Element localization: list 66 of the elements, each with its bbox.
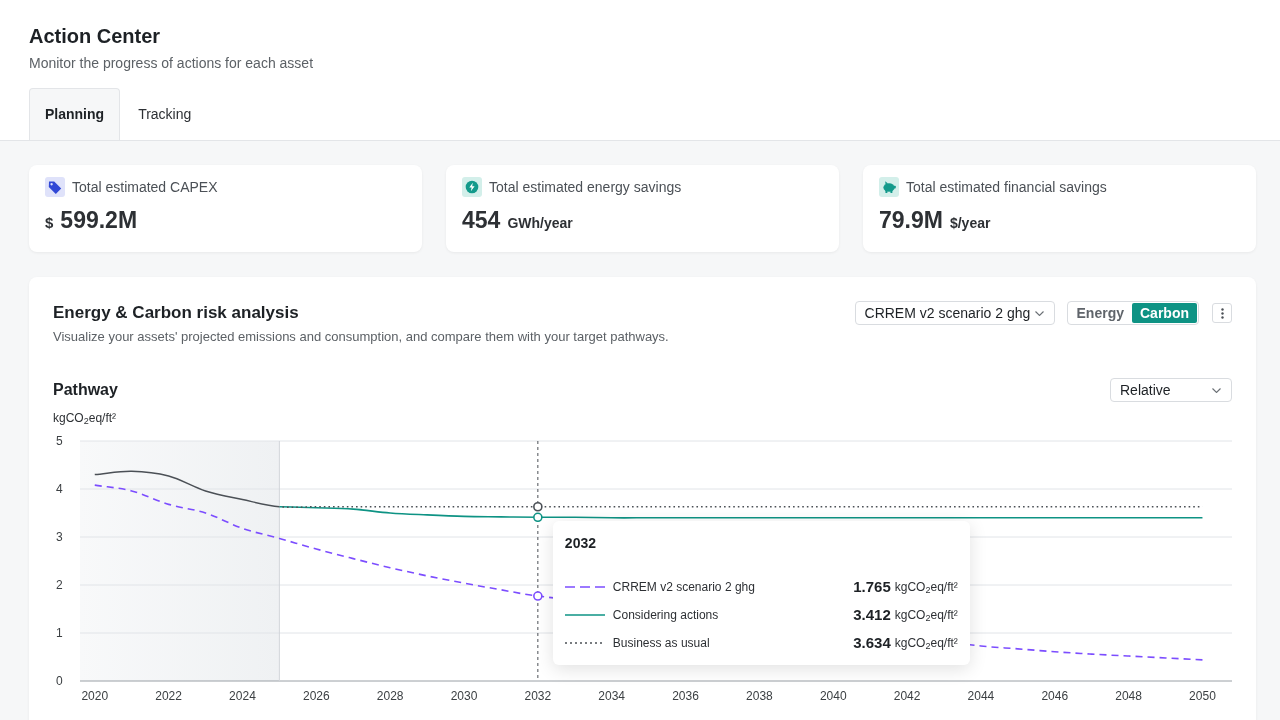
- y-tick-label: 4: [56, 482, 63, 496]
- kpi-value: 599.2M: [60, 206, 138, 234]
- x-tick-label: 2034: [598, 689, 626, 703]
- tab[interactable]: Tracking: [120, 88, 210, 140]
- kpi-unit: $/year: [949, 214, 991, 233]
- legend-line-icon: [564, 586, 605, 588]
- chevron-down-icon: [1034, 310, 1044, 316]
- x-tick-label: 2038: [746, 689, 773, 703]
- x-tick-label: 2024: [229, 689, 256, 703]
- tooltip-value: 1.765: [853, 576, 891, 597]
- page-title: Action Center: [29, 24, 162, 48]
- toggle-option[interactable]: Carbon: [1132, 303, 1197, 323]
- kpi-label: Total estimated financial savings: [906, 178, 1107, 197]
- tooltip-series-name: CRREM v2 scenario 2 ghg: [612, 579, 755, 596]
- panel-subtitle: Visualize your assets' projected emissions and consumption, and compare them with your target pathways.: [53, 328, 669, 346]
- x-tick-label: 2042: [893, 689, 921, 703]
- piggy-bank-icon: [879, 177, 899, 197]
- kpi-label: Total estimated CAPEX: [72, 178, 218, 197]
- page-subtitle: Monitor the progress of actions for each asset: [29, 54, 315, 73]
- x-tick-label: 2040: [819, 689, 847, 703]
- y-tick-label: 5: [56, 434, 63, 448]
- kpi-unit: GWh/year: [507, 214, 573, 233]
- hover-point-marker: [533, 512, 543, 523]
- legend-line-icon: [564, 614, 605, 616]
- x-tick-label: 2020: [81, 689, 109, 703]
- pathway-title: Pathway: [53, 380, 118, 400]
- y-tick-label: 1: [56, 626, 63, 640]
- x-tick-label: 2028: [376, 689, 404, 703]
- x-tick-label: 2048: [1115, 689, 1142, 703]
- tooltip-value: 3.634: [853, 632, 891, 653]
- tooltip-unit: kgCO$_{2}$eq/ft²: [894, 579, 958, 596]
- hover-point-marker: [533, 591, 543, 601]
- x-tick-label: 2022: [155, 689, 182, 703]
- tooltip-unit: kgCO$_{2}$eq/ft²: [894, 635, 958, 652]
- panel-title: Energy & Carbon risk analysis: [53, 302, 300, 324]
- price-tag-icon: [45, 177, 65, 197]
- x-tick-label: 2036: [672, 689, 699, 703]
- y-tick-label: 0: [56, 674, 63, 688]
- tab[interactable]: Planning: [29, 88, 121, 140]
- legend-line-icon: [564, 642, 605, 644]
- more-vertical-icon: [1220, 307, 1224, 319]
- mode-dropdown[interactable]: Relative: [1110, 378, 1232, 402]
- x-tick-label: 2050: [1189, 689, 1216, 703]
- currency-symbol: $: [45, 213, 54, 233]
- x-tick-label: 2032: [524, 689, 552, 703]
- kpi-value: 454: [462, 206, 501, 234]
- more-options-button[interactable]: [1212, 303, 1232, 323]
- kpi-value: 79.9M: [879, 206, 943, 234]
- tooltip-series-name: Considering actions: [612, 607, 719, 624]
- tooltip-value: 3.412: [853, 604, 891, 625]
- y-tick-label: 3: [56, 530, 63, 544]
- x-tick-label: 2046: [1041, 689, 1069, 703]
- hover-point-marker: [533, 501, 543, 512]
- x-tick-label: 2030: [450, 689, 478, 703]
- tooltip-series-name: Business as usual: [612, 635, 710, 652]
- y-tick-label: 2: [56, 578, 63, 592]
- toggle-option[interactable]: Energy: [1068, 303, 1132, 323]
- kpi-label: Total estimated energy savings: [489, 178, 682, 197]
- x-tick-label: 2026: [302, 689, 330, 703]
- energy-bolt-icon: [462, 177, 482, 197]
- y-axis-title: kgCO$_{2}$eq/ft²: [53, 410, 118, 426]
- tooltip-title: 2032: [564, 534, 597, 553]
- chevron-down-icon: [1212, 387, 1221, 393]
- tooltip-unit: kgCO$_{2}$eq/ft²: [894, 607, 958, 624]
- scenario-dropdown[interactable]: CRREM v2 scenario 2 ghg: [854, 301, 1055, 325]
- x-tick-label: 2044: [967, 689, 995, 703]
